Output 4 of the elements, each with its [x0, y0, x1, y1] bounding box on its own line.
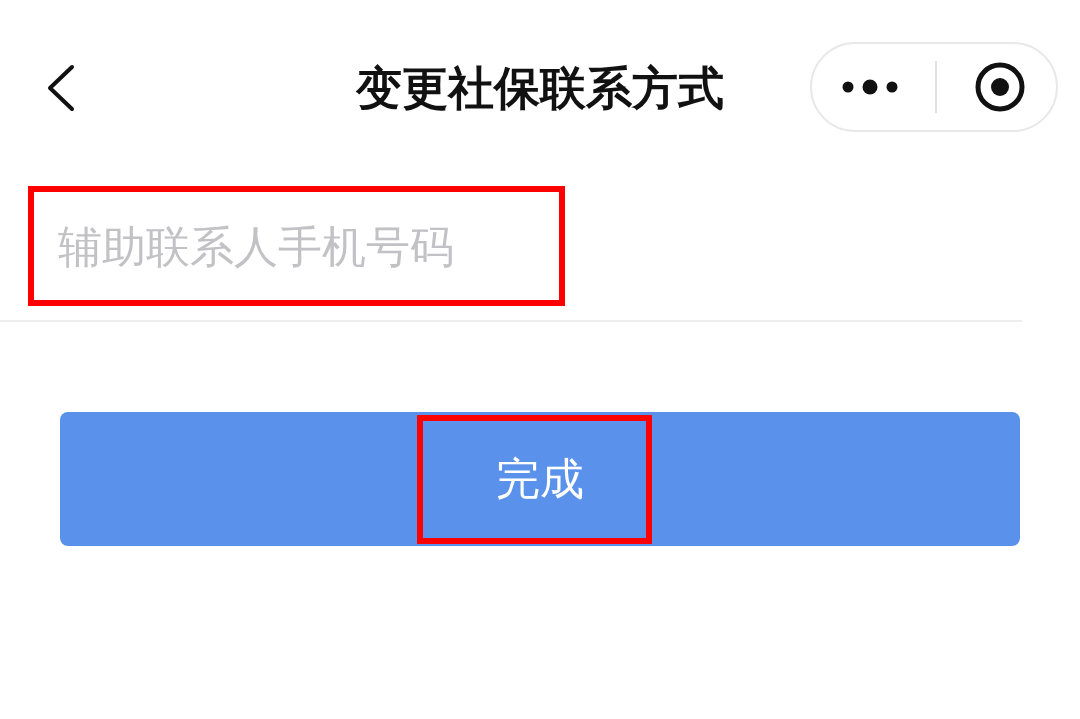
more-icon[interactable]	[842, 79, 899, 95]
page-title: 变更社保联系方式	[355, 60, 725, 117]
submit-button[interactable]: 完成	[60, 412, 1020, 546]
input-field[interactable]: 辅助联系人手机号码	[58, 214, 538, 278]
